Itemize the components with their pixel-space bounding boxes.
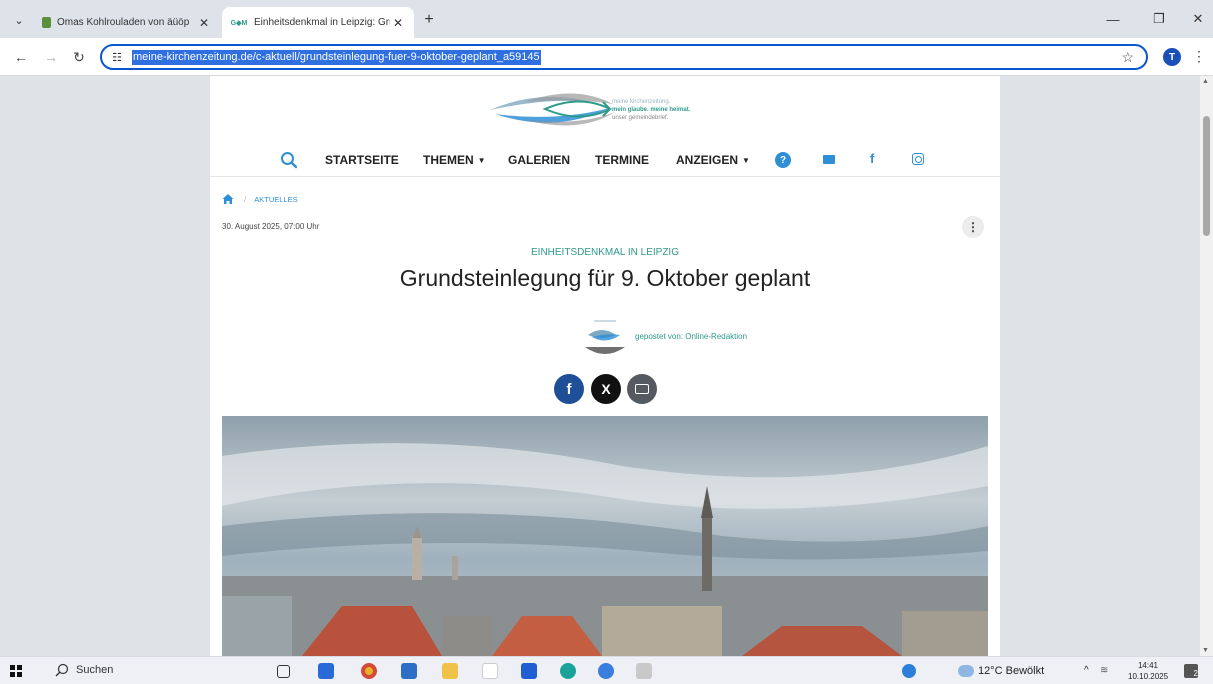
windows-start-icon[interactable] <box>10 665 22 677</box>
article-headline: Grundsteinlegung für 9. Oktober geplant <box>399 265 811 291</box>
scroll-down-icon[interactable]: ▼ <box>1202 647 1209 654</box>
nav-anzeigen-label: ANZEIGEN <box>676 153 739 167</box>
scrollbar-thumb[interactable] <box>1203 116 1210 236</box>
search-icon[interactable] <box>55 663 69 677</box>
share-email-button[interactable] <box>627 374 657 404</box>
nav-startseite[interactable]: STARTSEITE <box>325 153 399 167</box>
edge-icon[interactable] <box>560 663 576 679</box>
article-kicker: EINHEITSDENKMAL IN LEIPZIG <box>531 247 679 258</box>
author-byline[interactable]: gepostet von: Online-Redaktion <box>635 332 747 341</box>
forward-arrow-icon[interactable]: → <box>40 46 62 68</box>
weather-cloud-icon[interactable] <box>958 665 974 677</box>
breadcrumb-separator: / <box>244 194 247 204</box>
tab-strip: ⌄ Omas Kohlrouladen von äüöp ✕ G◆M Einhe… <box>0 0 1213 38</box>
windows-taskbar: Suchen 12°C Bewölkt ^ ≋ 14:41 10.10.2025… <box>0 656 1213 684</box>
chevron-down-icon: ▼ <box>742 156 750 165</box>
nav-anzeigen[interactable]: ANZEIGEN ▼ <box>676 153 750 167</box>
printer-icon[interactable] <box>636 663 652 679</box>
close-tab-icon[interactable]: ✕ <box>196 16 212 30</box>
logo-line-2: mein glaube. meine heimat. <box>612 107 691 113</box>
taskbar-search-label[interactable]: Suchen <box>76 664 113 676</box>
browser-toolbar: ← → ↻ ☷ meine-kirchenzeitung.de/c-aktuel… <box>0 38 1213 76</box>
tab-omas-kohlrouladen[interactable]: Omas Kohlrouladen von äüöp ✕ <box>34 7 220 38</box>
store-icon[interactable] <box>318 663 334 679</box>
logo-line-1: meine kirchenzeitung. <box>612 99 671 105</box>
breadcrumb: / AKTUELLES <box>222 192 298 206</box>
clock-date: 10.10.2025 <box>1128 672 1169 681</box>
close-tab-icon[interactable]: ✕ <box>390 16 406 30</box>
bookmark-star-icon[interactable]: ☆ <box>1121 49 1134 66</box>
scroll-up-icon[interactable]: ▲ <box>1202 78 1209 85</box>
notifications-icon[interactable]: 2 <box>1184 664 1198 678</box>
logo-line-3: unser gemeindebrief. <box>612 115 669 121</box>
todo-icon[interactable] <box>521 663 537 679</box>
nav-termine[interactable]: TERMINE <box>595 153 649 167</box>
share-facebook-button[interactable]: f <box>554 374 584 404</box>
home-icon[interactable] <box>222 193 234 205</box>
app-icon[interactable] <box>598 663 614 679</box>
system-clock[interactable]: 14:41 10.10.2025 <box>1128 660 1168 682</box>
file-explorer-icon[interactable] <box>442 663 458 679</box>
maximize-button[interactable]: ❐ <box>1144 8 1174 30</box>
kirchenzeitung-favicon-icon: G◆M <box>230 19 248 27</box>
article-hero-image[interactable] <box>222 416 988 656</box>
share-x-button[interactable]: X <box>591 374 621 404</box>
more-options-button[interactable]: ⋮ <box>962 216 984 238</box>
instagram-icon[interactable] <box>912 153 924 165</box>
notification-count: 2 <box>1193 669 1198 678</box>
nav-themen[interactable]: THEMEN ▼ <box>423 153 486 167</box>
web-page: meine kirchenzeitung. mein glaube. meine… <box>210 76 1000 656</box>
browser-menu-icon[interactable]: ⋮ <box>1192 48 1206 65</box>
breadcrumb-aktuelles[interactable]: AKTUELLES <box>254 195 297 204</box>
logo-tagline: meine kirchenzeitung. mein glaube. meine… <box>612 98 690 122</box>
page-viewport: meine kirchenzeitung. mein glaube. meine… <box>0 76 1213 656</box>
vertical-scrollbar[interactable]: ▲ ▼ <box>1200 76 1213 656</box>
word-icon[interactable] <box>401 663 417 679</box>
tray-app-icon[interactable] <box>902 664 916 678</box>
nav-themen-label: THEMEN <box>423 153 474 167</box>
task-view-icon[interactable] <box>277 665 290 678</box>
envelope-icon <box>635 384 649 394</box>
chevron-down-icon: ▼ <box>477 156 486 165</box>
tab-search-button[interactable]: ⌄ <box>8 9 30 31</box>
nav-galerien[interactable]: GALERIEN <box>508 153 570 167</box>
new-tab-button[interactable]: + <box>418 9 440 31</box>
facebook-icon[interactable]: f <box>870 151 874 166</box>
author-avatar[interactable] <box>582 317 628 357</box>
weather-text[interactable]: 12°C Bewölkt <box>978 665 1044 677</box>
show-hidden-icons-icon[interactable]: ^ <box>1084 665 1089 676</box>
recipe-favicon-icon <box>42 17 51 28</box>
clock-time: 14:41 <box>1137 661 1159 670</box>
url-text[interactable]: meine-kirchenzeitung.de/c-aktuell/grunds… <box>132 50 541 65</box>
chrome-icon[interactable] <box>361 663 377 679</box>
tab-title: Omas Kohlrouladen von äüöp <box>57 17 190 28</box>
minimize-button[interactable]: — <box>1098 8 1128 30</box>
main-navigation: STARTSEITE THEMEN ▼ GALERIEN TERMINE ANZE… <box>210 149 1000 177</box>
tab-einheitsdenkmal[interactable]: G◆M Einheitsdenkmal in Leipzig: Gru ✕ <box>222 7 414 38</box>
mail-icon[interactable] <box>823 155 835 164</box>
tab-title: Einheitsdenkmal in Leipzig: Gru <box>254 17 390 28</box>
help-icon[interactable]: ? <box>775 152 791 168</box>
search-icon[interactable] <box>280 151 298 169</box>
reload-icon[interactable]: ↻ <box>68 46 90 68</box>
close-window-button[interactable]: ✕ <box>1183 8 1213 30</box>
network-icon[interactable]: ≋ <box>1100 665 1108 676</box>
article-date: 30. August 2025, 07:00 Uhr <box>222 222 320 231</box>
notepad-icon[interactable] <box>482 663 498 679</box>
back-arrow-icon[interactable]: ← <box>10 46 32 68</box>
site-info-icon[interactable]: ☷ <box>108 49 126 65</box>
profile-avatar[interactable]: T <box>1163 48 1181 66</box>
address-bar[interactable]: ☷ meine-kirchenzeitung.de/c-aktuell/grun… <box>100 44 1148 70</box>
